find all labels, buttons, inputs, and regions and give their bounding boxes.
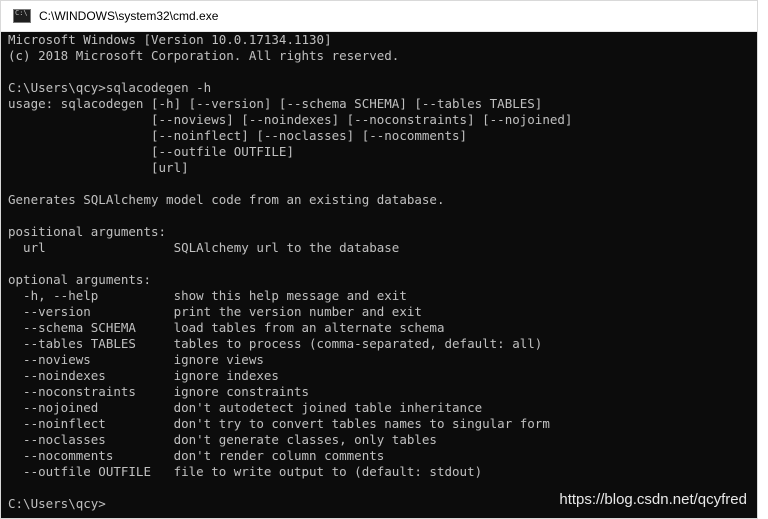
console-line: --nocomments don't render column comment… xyxy=(8,448,385,463)
console-line: -h, --help show this help message and ex… xyxy=(8,288,407,303)
page-edge xyxy=(758,0,768,519)
console-line: --tables TABLES tables to process (comma… xyxy=(8,336,543,351)
console-line: positional arguments: xyxy=(8,224,167,239)
console-line: (c) 2018 Microsoft Corporation. All righ… xyxy=(8,48,400,63)
console-output[interactable]: Microsoft Windows [Version 10.0.17134.11… xyxy=(1,32,757,518)
console-line: usage: sqlacodegen [-h] [--version] [--s… xyxy=(8,96,543,111)
title-bar[interactable]: C:\WINDOWS\system32\cmd.exe xyxy=(1,1,757,32)
console-line: --noconstraints ignore constraints xyxy=(8,384,310,399)
console-line: Generates SQLAlchemy model code from an … xyxy=(8,192,445,207)
console-line: Microsoft Windows [Version 10.0.17134.11… xyxy=(8,32,332,47)
console-line: [--noinflect] [--noclasses] [--nocomment… xyxy=(8,128,468,143)
console-line: --outfile OUTFILE file to write output t… xyxy=(8,464,483,479)
console-line: --noclasses don't generate classes, only… xyxy=(8,432,437,447)
watermark: https://blog.csdn.net/qcyfred xyxy=(559,491,747,508)
console-line: --noviews ignore views xyxy=(8,352,264,367)
console-line: [--outfile OUTFILE] xyxy=(8,144,294,159)
console-line: --noindexes ignore indexes xyxy=(8,368,279,383)
console-line: --noinflect don't try to convert tables … xyxy=(8,416,550,431)
console-line: optional arguments: xyxy=(8,272,151,287)
console-line: [--noviews] [--noindexes] [--noconstrain… xyxy=(8,112,573,127)
console-line: url SQLAlchemy url to the database xyxy=(8,240,400,255)
console-line: C:\Users\qcy>sqlacodegen -h xyxy=(8,80,212,95)
cmd-icon xyxy=(13,9,31,23)
console-line: --schema SCHEMA load tables from an alte… xyxy=(8,320,445,335)
console-line: [url] xyxy=(8,160,189,175)
console-line: --version print the version number and e… xyxy=(8,304,422,319)
cmd-window[interactable]: C:\WINDOWS\system32\cmd.exe Microsoft Wi… xyxy=(0,0,758,519)
console-line: --nojoined don't autodetect joined table… xyxy=(8,400,483,415)
window-title: C:\WINDOWS\system32\cmd.exe xyxy=(39,9,219,23)
